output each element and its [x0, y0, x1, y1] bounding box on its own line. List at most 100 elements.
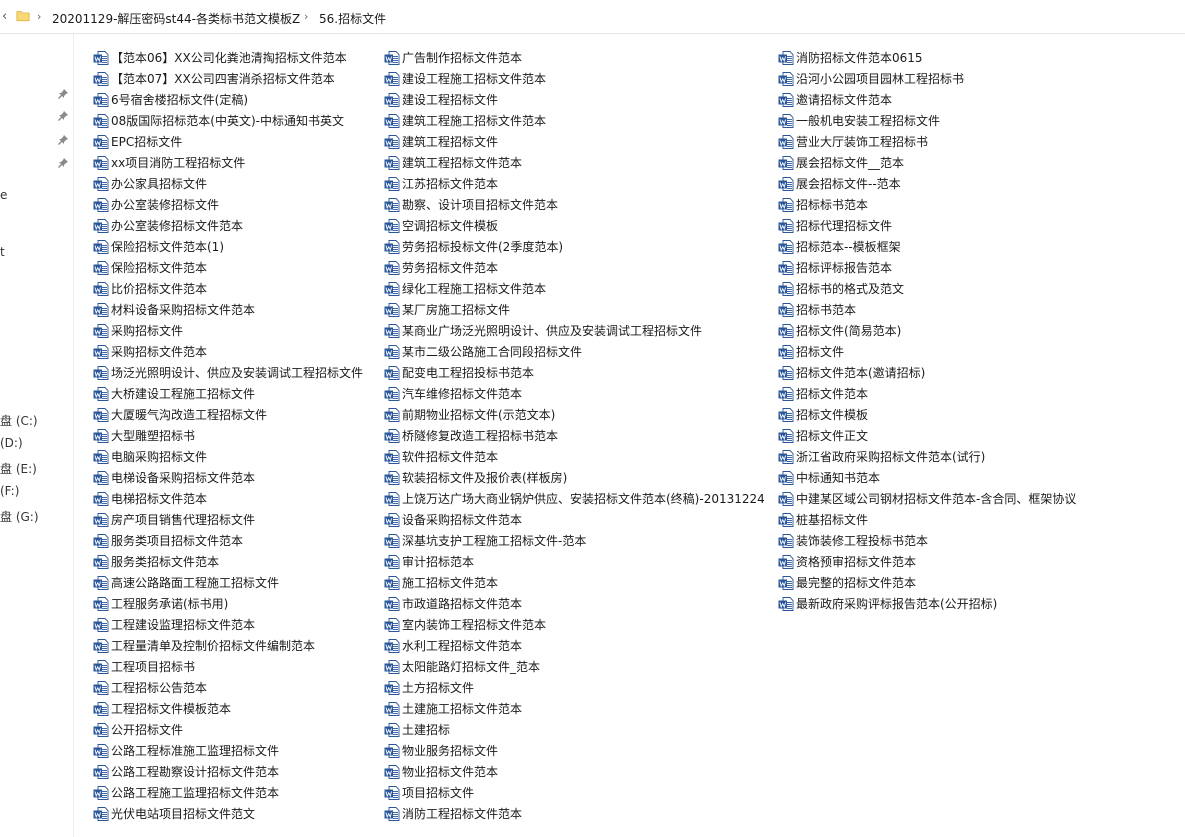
- file-item[interactable]: 汽车维修招标文件范本: [384, 383, 522, 404]
- nav-drive-e[interactable]: 盘 (E:): [0, 460, 37, 477]
- file-item[interactable]: 劳务招标投标文件(2季度范本): [384, 236, 563, 257]
- file-item[interactable]: 公路工程标准施工监理招标文件: [93, 740, 279, 761]
- file-item[interactable]: 招标文件范本(邀请招标): [778, 362, 925, 383]
- file-item[interactable]: 中建某区域公司钢材招标文件范本-含合同、框架协议: [778, 488, 1076, 509]
- file-item[interactable]: 市政道路招标文件范本: [384, 593, 522, 614]
- file-item[interactable]: 建筑工程招标文件: [384, 131, 498, 152]
- file-item[interactable]: 某市二级公路施工合同段招标文件: [384, 341, 582, 362]
- file-item[interactable]: 项目招标文件: [384, 782, 474, 803]
- file-item[interactable]: 深基坑支护工程施工招标文件-范本: [384, 530, 586, 551]
- address-bar[interactable]: ‹ › 20201129-解压密码st44-各类标书范文模板Z › 56.招标文…: [0, 0, 1185, 34]
- file-item[interactable]: 服务类项目招标文件范本: [93, 530, 243, 551]
- file-item[interactable]: 土建施工招标文件范本: [384, 698, 522, 719]
- file-item[interactable]: 展会招标文件--范本: [778, 173, 901, 194]
- file-item[interactable]: 招标范本--模板框架: [778, 236, 901, 257]
- file-item[interactable]: 【范本07】XX公司四害消杀招标文件范本: [93, 68, 335, 89]
- file-item[interactable]: 高速公路路面工程施工招标文件: [93, 572, 279, 593]
- file-item[interactable]: 绿化工程施工招标文件范本: [384, 278, 546, 299]
- file-item[interactable]: 公路工程施工监理招标文件范本: [93, 782, 279, 803]
- file-item[interactable]: 保险招标文件范本(1): [93, 236, 224, 257]
- file-item[interactable]: 办公室装修招标文件范本: [93, 215, 243, 236]
- file-item[interactable]: 消防招标文件范本0615: [778, 47, 923, 68]
- file-item[interactable]: 【范本06】XX公司化粪池清掏招标文件范本: [93, 47, 347, 68]
- file-item[interactable]: 招标文件模板: [778, 404, 868, 425]
- file-item[interactable]: 空调招标文件模板: [384, 215, 498, 236]
- file-item[interactable]: 软件招标文件范本: [384, 446, 498, 467]
- file-item[interactable]: 装饰装修工程投标书范本: [778, 530, 928, 551]
- chevron-left-icon[interactable]: ‹: [2, 9, 7, 24]
- file-item[interactable]: 中标通知书范本: [778, 467, 880, 488]
- file-item[interactable]: 建筑工程招标文件范本: [384, 152, 522, 173]
- file-item[interactable]: 电梯设备采购招标文件范本: [93, 467, 255, 488]
- file-item[interactable]: 电梯招标文件范本: [93, 488, 207, 509]
- nav-drive-f[interactable]: (F:): [0, 484, 19, 498]
- file-item[interactable]: 08版国际招标范本(中英文)-中标通知书英文: [93, 110, 344, 131]
- file-item[interactable]: 招标文件范本: [778, 383, 868, 404]
- file-item[interactable]: 工程量清单及控制价招标文件编制范本: [93, 635, 315, 656]
- file-item[interactable]: 建筑工程施工招标文件范本: [384, 110, 546, 131]
- file-item[interactable]: 招标评标报告范本: [778, 257, 892, 278]
- file-item[interactable]: 保险招标文件范本: [93, 257, 207, 278]
- breadcrumb-item-parent[interactable]: 20201129-解压密码st44-各类标书范文模板Z: [52, 10, 300, 27]
- file-item[interactable]: 光伏电站项目招标文件范文: [93, 803, 255, 824]
- file-item[interactable]: 沿河小公园项目园林工程招标书: [778, 68, 964, 89]
- file-item[interactable]: 工程项目招标书: [93, 656, 195, 677]
- breadcrumb-item-current[interactable]: 56.招标文件: [319, 10, 386, 27]
- file-item[interactable]: 房产项目销售代理招标文件: [93, 509, 255, 530]
- file-item[interactable]: 施工招标文件范本: [384, 572, 498, 593]
- pin-icon[interactable]: [58, 158, 68, 168]
- file-item[interactable]: 物业招标文件范本: [384, 761, 498, 782]
- file-item[interactable]: 一般机电安装工程招标文件: [778, 110, 940, 131]
- nav-drive-d[interactable]: (D:): [0, 436, 23, 450]
- nav-item-fragment[interactable]: t: [0, 245, 5, 259]
- file-item[interactable]: 审计招标范本: [384, 551, 474, 572]
- file-item[interactable]: 某厂房施工招标文件: [384, 299, 510, 320]
- file-item[interactable]: 材料设备采购招标文件范本: [93, 299, 255, 320]
- file-item[interactable]: 配变电工程招投标书范本: [384, 362, 534, 383]
- file-item[interactable]: 浙江省政府采购招标文件范本(试行): [778, 446, 985, 467]
- file-item[interactable]: 太阳能路灯招标文件_范本: [384, 656, 540, 677]
- file-item[interactable]: 最完整的招标文件范本: [778, 572, 916, 593]
- file-item[interactable]: 桩基招标文件: [778, 509, 868, 530]
- file-item[interactable]: 资格预审招标文件范本: [778, 551, 916, 572]
- file-item[interactable]: 土方招标文件: [384, 677, 474, 698]
- file-item[interactable]: 招标代理招标文件: [778, 215, 892, 236]
- file-item[interactable]: 室内装饰工程招标文件范本: [384, 614, 546, 635]
- file-item[interactable]: 比价招标文件范本: [93, 278, 207, 299]
- file-item[interactable]: 办公家具招标文件: [93, 173, 207, 194]
- nav-item-fragment[interactable]: e: [0, 188, 7, 202]
- file-item[interactable]: 上饶万达广场大商业锅炉供应、安装招标文件范本(终稿)-20131224: [384, 488, 765, 509]
- file-item[interactable]: 软装招标文件及报价表(样板房): [384, 467, 567, 488]
- file-item[interactable]: 消防工程招标文件范本: [384, 803, 522, 824]
- pin-icon[interactable]: [58, 135, 68, 145]
- pin-icon[interactable]: [58, 89, 68, 99]
- file-item[interactable]: 招标标书范本: [778, 194, 868, 215]
- file-item[interactable]: xx项目消防工程招标文件: [93, 152, 245, 173]
- file-item[interactable]: 招标文件: [778, 341, 844, 362]
- file-item[interactable]: 办公室装修招标文件: [93, 194, 219, 215]
- file-item[interactable]: 采购招标文件范本: [93, 341, 207, 362]
- file-item[interactable]: 采购招标文件: [93, 320, 183, 341]
- file-item[interactable]: 招标书范本: [778, 299, 856, 320]
- file-item[interactable]: EPC招标文件: [93, 131, 182, 152]
- file-item[interactable]: 公开招标文件: [93, 719, 183, 740]
- file-item[interactable]: 招标书的格式及范文: [778, 278, 904, 299]
- file-item[interactable]: 6号宿舍楼招标文件(定稿): [93, 89, 248, 110]
- file-item[interactable]: 物业服务招标文件: [384, 740, 498, 761]
- pin-icon[interactable]: [58, 111, 68, 121]
- file-item[interactable]: 大型雕塑招标书: [93, 425, 195, 446]
- file-item[interactable]: 工程服务承诺(标书用): [93, 593, 228, 614]
- file-item[interactable]: 场泛光照明设计、供应及安装调试工程招标文件: [93, 362, 363, 383]
- file-item[interactable]: 邀请招标文件范本: [778, 89, 892, 110]
- file-item[interactable]: 勘察、设计项目招标文件范本: [384, 194, 558, 215]
- file-item[interactable]: 展会招标文件__范本: [778, 152, 904, 173]
- file-item[interactable]: 某商业广场泛光照明设计、供应及安装调试工程招标文件: [384, 320, 702, 341]
- nav-drive-g[interactable]: 盘 (G:): [0, 508, 39, 525]
- file-item[interactable]: 营业大厅装饰工程招标书: [778, 131, 928, 152]
- file-item[interactable]: 前期物业招标文件(示范文本): [384, 404, 555, 425]
- nav-drive-c[interactable]: 盘 (C:): [0, 412, 38, 429]
- file-item[interactable]: 水利工程招标文件范本: [384, 635, 522, 656]
- file-item[interactable]: 江苏招标文件范本: [384, 173, 498, 194]
- file-item[interactable]: 劳务招标文件范本: [384, 257, 498, 278]
- file-item[interactable]: 大厦暖气沟改造工程招标文件: [93, 404, 267, 425]
